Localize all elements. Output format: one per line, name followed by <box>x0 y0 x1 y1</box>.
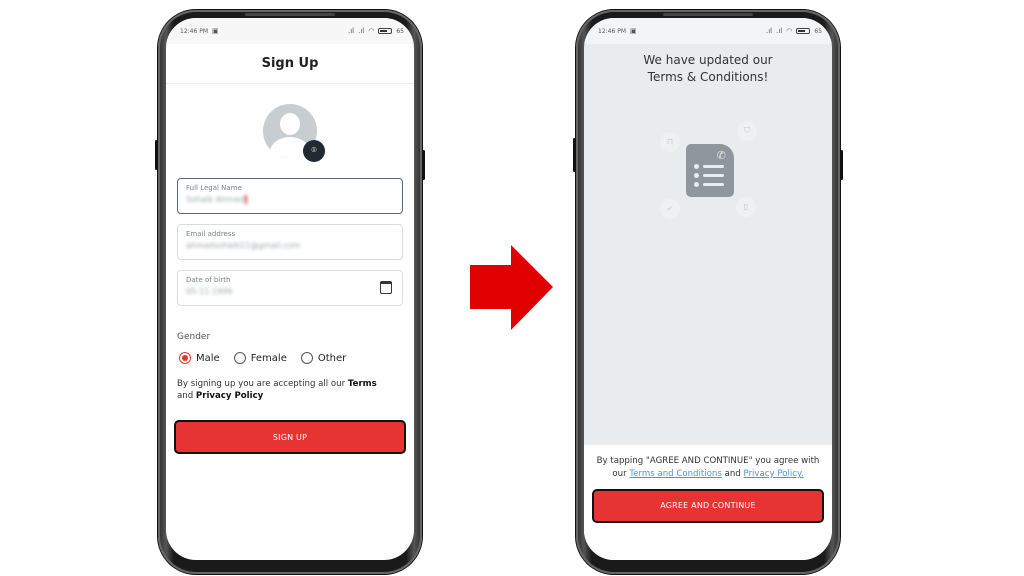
add-photo-icon[interactable]: ⌾ <box>303 140 325 162</box>
status-bar: 12:46 PM ▣ .ıl .ıl ◠ 65 <box>166 18 414 44</box>
volume-button <box>573 138 576 172</box>
email-field[interactable]: Email address ahmadsohaib11@gmail.com <box>177 224 403 260</box>
terms-illustration: ⊓ ⛉ ✓ ▯ ✆ <box>653 117 763 222</box>
sign-up-button[interactable]: SIGN UP <box>174 420 406 455</box>
status-time: 12:46 PM <box>598 27 626 35</box>
power-button <box>840 150 843 180</box>
email-value: ahmadsohaib11@gmail.com <box>186 241 301 250</box>
check-circle-icon: ✓ <box>660 198 680 219</box>
notification-icon: ▣ <box>630 27 637 35</box>
full-name-value: Sohaib Ahmad <box>186 195 394 204</box>
radio-checked-icon <box>179 352 191 364</box>
privacy-policy-link[interactable]: Privacy Policy <box>196 391 263 401</box>
info-card-icon: ▯ <box>736 196 756 217</box>
dob-field[interactable]: Date of birth 05-11-1999 <box>177 270 403 306</box>
dob-label: Date of birth <box>186 276 231 284</box>
speaker-grille <box>663 13 753 16</box>
privacy-policy-link[interactable]: Privacy Policy. <box>743 469 803 479</box>
gender-radio-female[interactable]: Female <box>233 352 287 364</box>
notification-icon: ▣ <box>212 27 219 35</box>
signal-icon-2: .ıl <box>358 27 365 35</box>
terms-consent-text: By tapping "AGREE AND CONTINUE" you agre… <box>596 456 820 479</box>
email-label: Email address <box>186 230 236 238</box>
battery-level: 65 <box>396 27 404 35</box>
status-bar: 12:46 PM ▣ .ıl .ıl ◠ 65 <box>584 18 832 44</box>
terms-link[interactable]: Terms <box>348 379 377 389</box>
terms-footer: By tapping "AGREE AND CONTINUE" you agre… <box>584 445 832 560</box>
wifi-icon: ◠ <box>786 27 793 35</box>
phone-frame-signup: 12:46 PM ▣ .ıl .ıl ◠ 65 Sign Up ⌾ Full L… <box>155 10 425 574</box>
battery-icon <box>378 28 393 34</box>
speaker-grille <box>245 13 335 16</box>
radio-unchecked-icon <box>300 352 313 364</box>
signup-terms-text: By signing up you are accepting all our … <box>177 379 377 402</box>
gender-radio-group: Male Female Other <box>179 352 401 364</box>
lock-icon: ⊓ <box>660 131 680 152</box>
radio-unchecked-icon <box>233 352 246 364</box>
power-button <box>422 150 425 180</box>
gender-radio-other[interactable]: Other <box>300 352 346 364</box>
signal-icon: .ıl <box>348 27 355 35</box>
wifi-icon: ◠ <box>368 27 375 35</box>
agree-and-continue-button[interactable]: AGREE AND CONTINUE <box>592 488 824 523</box>
volume-button <box>155 140 158 170</box>
signal-icon: .ıl <box>766 27 773 35</box>
signup-screen: 12:46 PM ▣ .ıl .ıl ◠ 65 Sign Up ⌾ Full L… <box>166 18 414 560</box>
full-name-field[interactable]: Full Legal Name Sohaib Ahmad <box>177 178 403 214</box>
dob-value: 05-11-1999 <box>186 287 233 296</box>
terms-and-conditions-link[interactable]: Terms and Conditions <box>629 469 721 479</box>
flow-arrow-icon <box>470 245 553 330</box>
signal-icon-2: .ıl <box>776 27 783 35</box>
phone-frame-terms: 12:46 PM ▣ .ıl .ıl ◠ 65 We have updated … <box>573 10 843 574</box>
shield-icon: ⛉ <box>737 120 757 141</box>
calendar-icon[interactable] <box>380 281 392 294</box>
battery-icon <box>796 28 811 34</box>
gender-radio-male[interactable]: Male <box>179 352 220 364</box>
gender-label: Gender <box>177 332 211 342</box>
avatar-picker[interactable]: ⌾ <box>263 104 325 162</box>
terms-screen: 12:46 PM ▣ .ıl .ıl ◠ 65 We have updated … <box>584 18 832 560</box>
page-title: Sign Up <box>166 44 414 84</box>
terms-title: We have updated our Terms & Conditions! <box>643 53 773 85</box>
status-time: 12:46 PM <box>180 27 208 35</box>
battery-level: 65 <box>814 27 822 35</box>
document-icon: ✆ <box>686 143 734 197</box>
full-name-label: Full Legal Name <box>186 184 242 192</box>
